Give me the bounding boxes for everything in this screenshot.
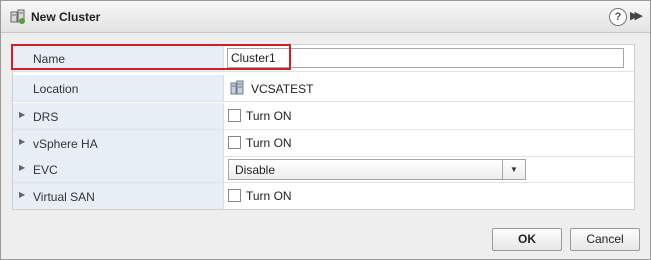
chevron-down-icon[interactable]: ▼ [502, 160, 525, 179]
drs-label: DRS [33, 110, 59, 124]
cluster-icon [10, 9, 25, 24]
vsphere-ha-checkbox-label[interactable]: Turn ON [246, 136, 292, 150]
name-highlight-box [11, 44, 291, 70]
ok-button[interactable]: OK [492, 228, 562, 251]
datacenter-icon [230, 80, 244, 95]
value-cell: VCSATEST [224, 75, 634, 101]
virtual-san-checkbox[interactable] [228, 189, 241, 202]
drs-checkbox-label[interactable]: Turn ON [246, 109, 292, 123]
value-cell: Turn ON [224, 130, 634, 156]
virtual-san-label: Virtual SAN [33, 190, 95, 204]
drs-checkbox[interactable] [228, 109, 241, 122]
value-cell: Turn ON [224, 103, 634, 129]
value-cell: Turn ON [224, 183, 634, 209]
help-icon[interactable]: ? [609, 8, 627, 26]
row-drs[interactable]: ▶ DRS Turn ON [13, 103, 634, 130]
evc-select[interactable]: Disable ▼ [228, 159, 526, 180]
expand-arrow-icon[interactable]: ▶ [19, 110, 25, 119]
label-cell: ▶ EVC [13, 156, 224, 182]
vsphere-ha-label: vSphere HA [33, 137, 98, 151]
label-cell: ▶ Virtual SAN [13, 183, 224, 209]
location-value: VCSATEST [251, 82, 314, 96]
label-cell: ▶ DRS [13, 103, 224, 129]
row-vsphere-ha[interactable]: ▶ vSphere HA Turn ON [13, 130, 634, 157]
evc-selected-value: Disable [235, 163, 276, 177]
location-label: Location [33, 82, 79, 96]
title-bar: New Cluster ? ▶▶ [1, 1, 650, 33]
vsphere-ha-checkbox[interactable] [228, 136, 241, 149]
value-cell: Disable ▼ [224, 156, 634, 182]
label-cell: ▶ vSphere HA [13, 130, 224, 156]
dialog-title: New Cluster [31, 10, 101, 24]
expand-icon[interactable]: ▶▶ [630, 9, 644, 23]
row-location: Location VCSATEST [13, 75, 634, 102]
expand-arrow-icon[interactable]: ▶ [19, 163, 25, 172]
expand-arrow-icon[interactable]: ▶ [19, 190, 25, 199]
row-evc[interactable]: ▶ EVC Disable ▼ [13, 156, 634, 183]
cancel-button[interactable]: Cancel [570, 228, 640, 251]
label-cell: Location [13, 75, 224, 101]
row-virtual-san[interactable]: ▶ Virtual SAN Turn ON [13, 183, 634, 209]
virtual-san-checkbox-label[interactable]: Turn ON [246, 189, 292, 203]
evc-label: EVC [33, 163, 58, 177]
new-cluster-dialog: New Cluster ? ▶▶ Name Location [0, 0, 651, 260]
expand-arrow-icon[interactable]: ▶ [19, 137, 25, 146]
